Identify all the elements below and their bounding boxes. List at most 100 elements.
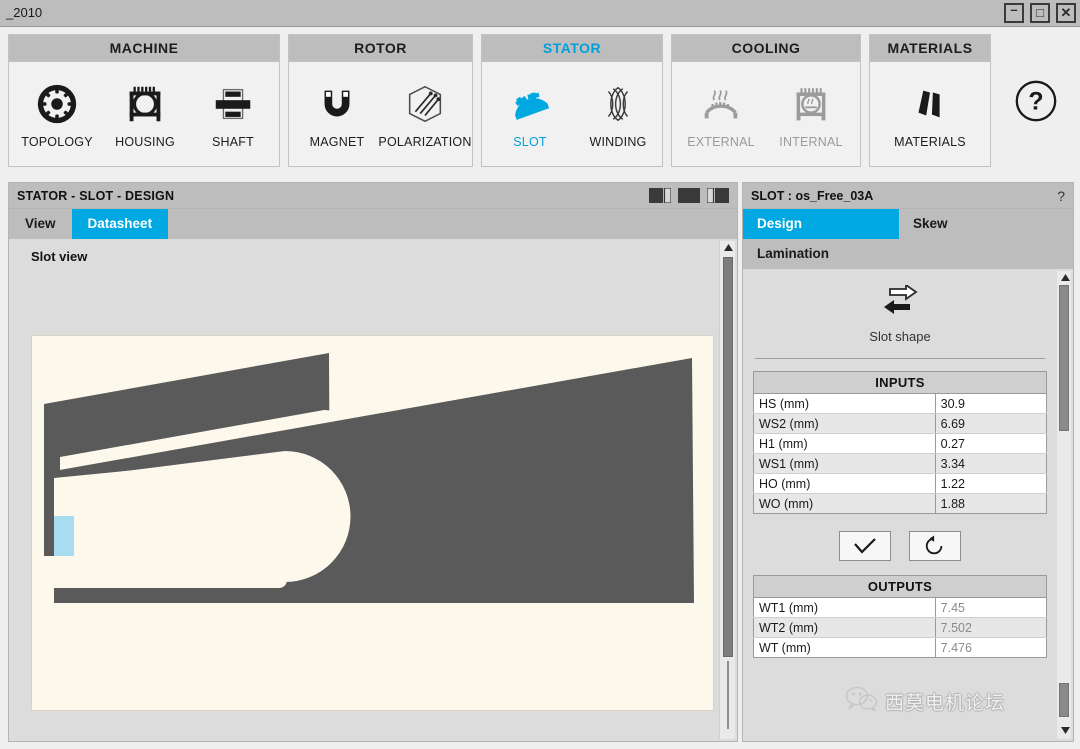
table-row[interactable]: H1 (mm) 0.27: [753, 433, 1047, 454]
right-panel-body: Slot shape INPUTS HS (mm) 30.9 WS2 (mm) …: [743, 269, 1057, 741]
slot-view-canvas[interactable]: [31, 335, 714, 711]
ribbon-item-polarization[interactable]: POLARIZATION: [378, 76, 471, 153]
ribbon-item-magnet[interactable]: MAGNET: [295, 76, 379, 153]
output-value: 7.45: [935, 597, 1047, 618]
slot-view-label: Slot view: [31, 249, 88, 264]
ribbon-item-topology-label: TOPOLOGY: [21, 134, 93, 149]
layout-left-split-icon[interactable]: [649, 187, 672, 204]
input-key: WS2 (mm): [753, 413, 936, 434]
stator-slot-design-panel: STATOR - SLOT - DESIGN View Datasheet Sl…: [8, 182, 738, 742]
tab-datasheet[interactable]: Datasheet: [71, 209, 169, 239]
window-title: _2010: [6, 5, 43, 20]
ribbon-item-slot[interactable]: SLOT: [488, 76, 572, 153]
scroll-down-arrow-icon[interactable]: [1057, 724, 1073, 737]
ribbon-group-materials-title: MATERIALS: [870, 35, 990, 62]
input-value[interactable]: 1.22: [935, 473, 1047, 494]
layout-full-icon[interactable]: [678, 188, 700, 203]
help-question-icon[interactable]: ?: [1013, 78, 1059, 124]
table-row[interactable]: HO (mm) 1.22: [753, 473, 1047, 494]
shaft-icon: [210, 80, 256, 128]
swap-arrows-icon: [878, 283, 922, 324]
right-panel-title: SLOT : os_Free_03A: [751, 188, 874, 203]
ribbon-item-shaft-label: SHAFT: [212, 134, 254, 149]
right-panel-header: SLOT : os_Free_03A ?: [743, 183, 1073, 209]
right-panel-scrollbar[interactable]: [1057, 271, 1071, 739]
ribbon-item-winding[interactable]: WINDING: [576, 76, 660, 153]
ribbon-item-shaft[interactable]: SHAFT: [191, 76, 275, 153]
ribbon-item-materials[interactable]: MATERIALS: [888, 76, 972, 153]
ribbon-item-winding-label: WINDING: [589, 134, 647, 149]
external-cooling-icon: [698, 80, 744, 128]
input-value[interactable]: 3.34: [935, 453, 1047, 474]
table-row[interactable]: HS (mm) 30.9: [753, 393, 1047, 414]
maximize-icon: □: [1036, 5, 1044, 20]
ribbon-item-housing[interactable]: HOUSING: [103, 76, 187, 153]
slot-shape-label: Slot shape: [869, 329, 931, 344]
right-panel-help-icon[interactable]: ?: [1057, 188, 1065, 204]
input-key: WO (mm): [753, 493, 936, 514]
input-value[interactable]: 6.69: [935, 413, 1047, 434]
housing-icon: [122, 80, 168, 128]
left-panel-body: Slot view: [9, 239, 737, 741]
ribbon-item-polarization-label: POLARIZATION: [378, 134, 472, 149]
right-panel-tabs: Design Skew Lamination: [743, 209, 1073, 269]
input-key: HS (mm): [753, 393, 936, 414]
scroll-up-arrow-icon[interactable]: [1057, 271, 1073, 284]
left-panel-title: STATOR - SLOT - DESIGN: [17, 188, 175, 203]
action-buttons: [753, 531, 1047, 561]
right-scroll-thumb[interactable]: [1059, 285, 1069, 431]
ribbon-item-housing-label: HOUSING: [115, 134, 175, 149]
ribbon-group-rotor-title: ROTOR: [289, 35, 472, 62]
tab-skew[interactable]: Skew: [899, 209, 1055, 239]
ribbon-item-external-cooling-label: EXTERNAL: [687, 134, 755, 149]
output-key: WT2 (mm): [753, 617, 936, 638]
layout-buttons: [649, 187, 729, 204]
internal-cooling-icon: [788, 80, 834, 128]
input-key: WS1 (mm): [753, 453, 936, 474]
ribbon-item-external-cooling[interactable]: EXTERNAL: [679, 76, 763, 153]
table-row[interactable]: WS1 (mm) 3.34: [753, 453, 1047, 474]
outputs-table: OUTPUTS WT1 (mm) 7.45 WT2 (mm) 7.502 WT …: [753, 575, 1047, 658]
left-scroll-track: [727, 661, 729, 729]
output-key: WT (mm): [753, 637, 936, 658]
table-row: WT (mm) 7.476: [753, 637, 1047, 658]
outputs-table-title: OUTPUTS: [753, 575, 1047, 598]
slot-geometry-drawing: [44, 353, 694, 603]
reset-button[interactable]: [909, 531, 961, 561]
left-panel-scrollbar[interactable]: [719, 241, 735, 739]
slot-properties-panel: SLOT : os_Free_03A ? Design Skew Laminat…: [742, 182, 1074, 742]
ribbon-group-rotor: ROTOR MAGNET POLARIZATION: [288, 34, 473, 167]
input-value[interactable]: 1.88: [935, 493, 1047, 514]
tab-view[interactable]: View: [9, 209, 72, 239]
ribbon-item-internal-cooling[interactable]: INTERNAL: [769, 76, 853, 153]
ribbon-item-materials-label: MATERIALS: [894, 134, 966, 149]
ribbon-group-materials: MATERIALS MATERIALS: [869, 34, 991, 167]
close-icon: ✕: [1060, 5, 1072, 20]
minimize-icon: –: [1010, 2, 1018, 17]
input-value[interactable]: 30.9: [935, 393, 1047, 414]
table-row[interactable]: WO (mm) 1.88: [753, 493, 1047, 514]
left-panel-tabs: View Datasheet: [9, 209, 737, 239]
minimize-button[interactable]: –: [1004, 3, 1024, 23]
maximize-button[interactable]: □: [1030, 3, 1050, 23]
close-button[interactable]: ✕: [1056, 3, 1076, 23]
scroll-up-arrow-icon[interactable]: [720, 241, 736, 254]
inputs-table: INPUTS HS (mm) 30.9 WS2 (mm) 6.69 H1 (mm…: [753, 371, 1047, 514]
table-row[interactable]: WS2 (mm) 6.69: [753, 413, 1047, 434]
tab-design[interactable]: Design: [743, 209, 899, 239]
input-key: HO (mm): [753, 473, 936, 494]
ribbon-group-stator: STATOR SLOT WINDING: [481, 34, 663, 167]
ribbon-item-slot-label: SLOT: [513, 134, 547, 149]
left-scroll-thumb[interactable]: [723, 257, 733, 657]
ribbon-item-internal-cooling-label: INTERNAL: [779, 134, 843, 149]
right-scroll-thumb-lower[interactable]: [1059, 683, 1069, 717]
materials-icon: [907, 80, 953, 128]
inputs-table-title: INPUTS: [753, 371, 1047, 394]
ribbon-group-cooling-title: COOLING: [672, 35, 860, 62]
tab-lamination[interactable]: Lamination: [743, 239, 899, 269]
input-value[interactable]: 0.27: [935, 433, 1047, 454]
slot-shape-picker[interactable]: Slot shape: [753, 275, 1047, 352]
ribbon-item-topology[interactable]: TOPOLOGY: [15, 76, 99, 153]
layout-right-split-icon[interactable]: [706, 187, 729, 204]
validate-button[interactable]: [839, 531, 891, 561]
